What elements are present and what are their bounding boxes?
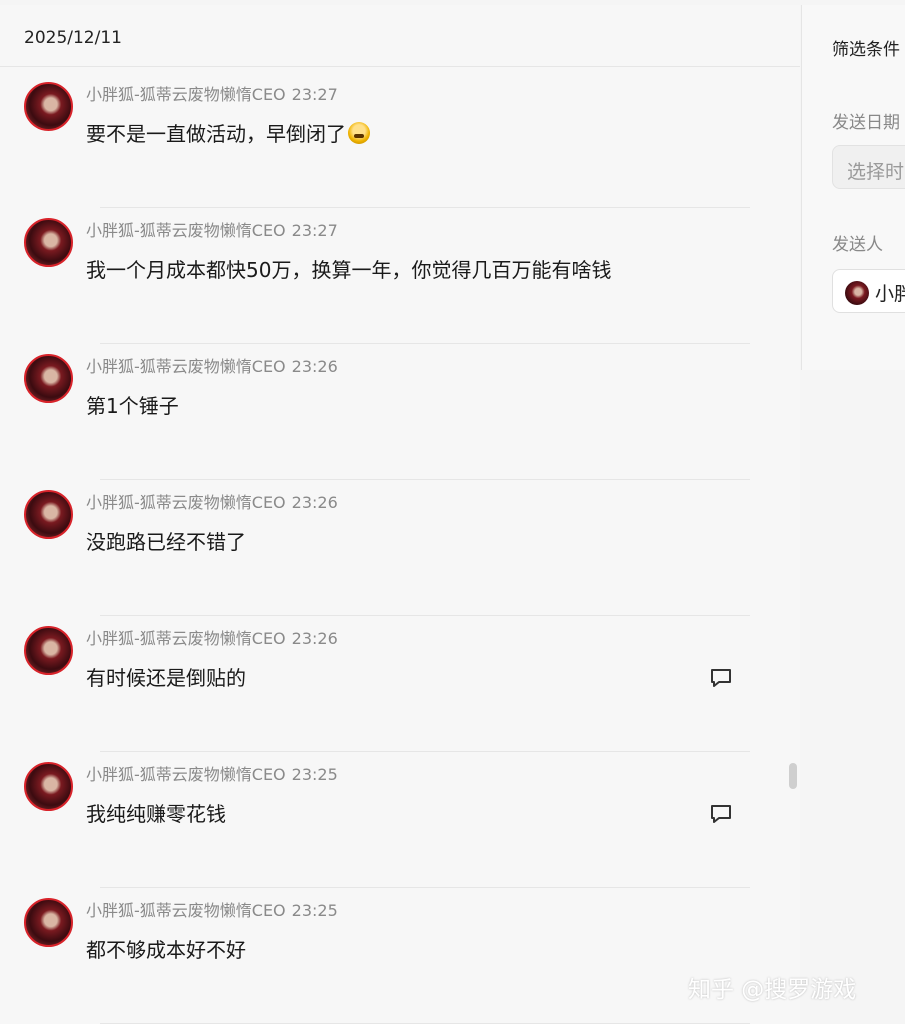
watermark: 知乎 @搜罗游戏 [688, 977, 857, 1003]
message-time: 23:25 [291, 765, 338, 784]
message-meta: 小胖狐-狐蒂云废物懒惰CEO 23:27 [86, 217, 338, 241]
sender-avatar-icon [845, 280, 869, 305]
message-time: 23:26 [291, 493, 338, 512]
message-text: 都不够成本好不好 [86, 938, 246, 962]
sender-avatar[interactable] [24, 762, 73, 811]
sender-name: 小胖狐-狐蒂云废物懒惰CEO [86, 221, 286, 240]
message-meta: 小胖狐-狐蒂云废物懒惰CEO 23:26 [86, 489, 338, 513]
sender-name: 小胖狐-狐蒂云废物懒惰CEO [86, 357, 286, 376]
date-header: 2025/12/11 [0, 5, 800, 67]
sender-name: 小胖狐-狐蒂云废物懒惰CEO [86, 901, 286, 920]
message-meta: 小胖狐-狐蒂云废物懒惰CEO 23:26 [86, 353, 338, 377]
message-item[interactable]: 小胖狐-狐蒂云废物懒惰CEO 23:26 有时候还是倒贴的 [0, 616, 800, 752]
message-item[interactable]: 小胖狐-狐蒂云废物懒惰CEO 23:25 都不够成本好不好 [0, 888, 800, 1024]
sender-select[interactable]: 小胖 [832, 269, 905, 313]
message-time: 23:25 [291, 901, 338, 920]
message-text: 第1个锤子 [86, 394, 179, 418]
laughing-dog-emoji-icon [348, 122, 370, 144]
message-text: 有时候还是倒贴的 [86, 666, 246, 690]
reply-comment-icon[interactable] [709, 666, 733, 690]
message-meta: 小胖狐-狐蒂云废物懒惰CEO 23:25 [86, 897, 338, 921]
sender-avatar[interactable] [24, 490, 73, 539]
scrollbar-thumb[interactable] [789, 763, 797, 789]
message-text: 我纯纯赚零花钱 [86, 802, 226, 826]
sender-label: 发送人 [832, 235, 883, 255]
message-list-panel[interactable]: 2025/12/11 小胖狐-狐蒂云废物懒惰CEO 23:27 要不是一直做活动，… [0, 5, 800, 1024]
sender-avatar[interactable] [24, 218, 73, 267]
sender-avatar[interactable] [24, 626, 73, 675]
send-date-label: 发送日期 [832, 113, 900, 133]
message-time: 23:26 [291, 629, 338, 648]
message-meta: 小胖狐-狐蒂云废物懒惰CEO 23:25 [86, 761, 338, 785]
sender-name: 小胖狐-狐蒂云废物懒惰CEO [86, 493, 286, 512]
message-text: 要不是一直做活动，早倒闭了 [86, 118, 370, 147]
message-item[interactable]: 小胖狐-狐蒂云废物懒惰CEO 23:26 第1个锤子 [0, 344, 800, 480]
sender-avatar[interactable] [24, 354, 73, 403]
message-content: 要不是一直做活动，早倒闭了 [86, 122, 346, 146]
message-time: 23:27 [291, 85, 338, 104]
message-time: 23:27 [291, 221, 338, 240]
message-time: 23:26 [291, 357, 338, 376]
sender-name: 小胖狐-狐蒂云废物懒惰CEO [86, 85, 286, 104]
date-picker-input[interactable]: 选择时 [832, 145, 905, 189]
sender-select-value: 小胖 [875, 283, 905, 305]
sender-avatar[interactable] [24, 898, 73, 947]
message-item[interactable]: 小胖狐-狐蒂云废物懒惰CEO 23:27 要不是一直做活动，早倒闭了 [0, 72, 800, 208]
reply-comment-icon[interactable] [709, 802, 733, 826]
message-meta: 小胖狐-狐蒂云废物懒惰CEO 23:26 [86, 625, 338, 649]
sender-name: 小胖狐-狐蒂云废物懒惰CEO [86, 629, 286, 648]
sender-name: 小胖狐-狐蒂云废物懒惰CEO [86, 765, 286, 784]
filter-title: 筛选条件 [832, 40, 900, 60]
message-text: 我一个月成本都快50万，换算一年，你觉得几百万能有啥钱 [86, 258, 612, 282]
message-item[interactable]: 小胖狐-狐蒂云废物懒惰CEO 23:27 我一个月成本都快50万，换算一年，你觉得… [0, 208, 800, 344]
filter-panel: 筛选条件 发送日期 选择时 发送人 小胖 [801, 5, 905, 370]
message-item[interactable]: 小胖狐-狐蒂云废物懒惰CEO 23:26 没跑路已经不错了 [0, 480, 800, 616]
message-item[interactable]: 小胖狐-狐蒂云废物懒惰CEO 23:25 我纯纯赚零花钱 [0, 752, 800, 888]
message-meta: 小胖狐-狐蒂云废物懒惰CEO 23:27 [86, 81, 338, 105]
sender-avatar[interactable] [24, 82, 73, 131]
message-text: 没跑路已经不错了 [86, 530, 246, 554]
chat-history-page: 2025/12/11 小胖狐-狐蒂云废物懒惰CEO 23:27 要不是一直做活动，… [0, 0, 905, 1024]
